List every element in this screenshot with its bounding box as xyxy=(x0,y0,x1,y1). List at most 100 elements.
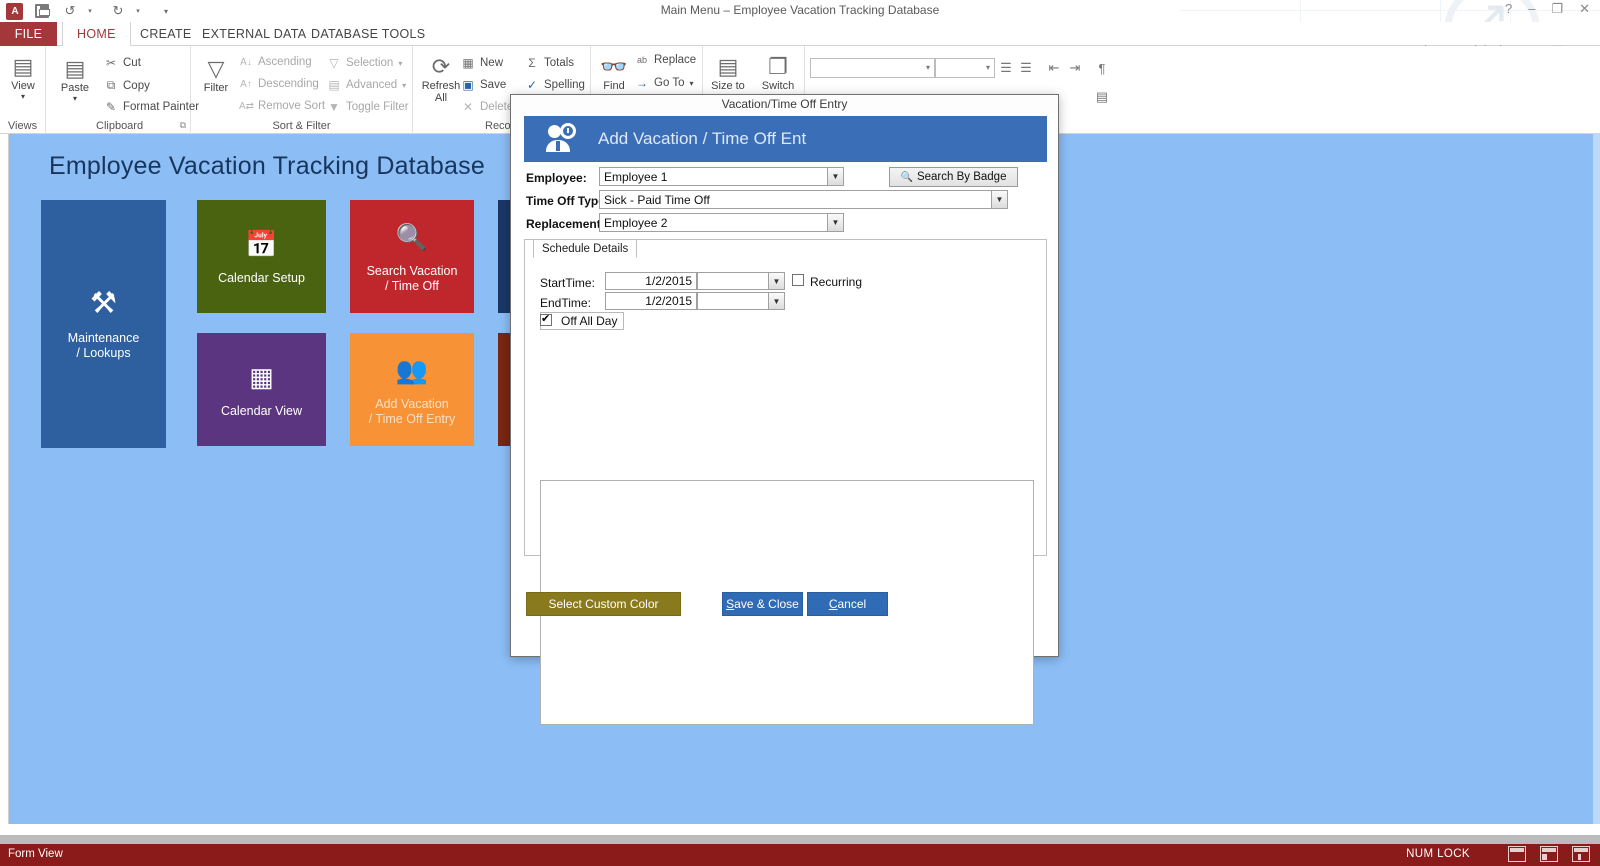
dialog-header-title: Add Vacation / Time Off Ent xyxy=(598,129,807,148)
form-view-icon[interactable] xyxy=(1508,846,1526,862)
ascending-button[interactable]: A↓ Ascending xyxy=(239,56,312,68)
view-dropdown-icon[interactable]: ▾ xyxy=(0,92,46,101)
tile-add-vacation-entry[interactable]: 👥 Add Vacation / Time Off Entry xyxy=(350,333,474,446)
chevron-down-icon[interactable]: ▼ xyxy=(827,168,843,185)
font-size-dropdown-icon[interactable]: ▾ xyxy=(986,63,990,72)
advanced-dropdown-icon[interactable]: ▾ xyxy=(402,81,406,90)
close-icon[interactable]: ✕ xyxy=(1579,1,1590,17)
filter-button[interactable]: ▽ Filter xyxy=(193,56,239,94)
off-all-day-field[interactable]: Off All Day xyxy=(540,312,624,330)
navigation-pane[interactable] xyxy=(0,134,9,824)
cancel-button[interactable]: Cancel xyxy=(807,592,888,616)
layout-view-icon[interactable] xyxy=(1540,846,1558,862)
save-and-close-button[interactable]: Save & Close xyxy=(722,592,803,616)
font-name-value xyxy=(811,63,815,75)
delete-record-label: Delete xyxy=(480,101,514,113)
paste-dropdown-icon[interactable]: ▾ xyxy=(52,94,98,103)
spelling-button[interactable]: ✓ Spelling xyxy=(525,78,585,92)
chevron-down-icon[interactable]: ▼ xyxy=(768,293,784,309)
save-record-button[interactable]: ▣ Save xyxy=(461,78,506,92)
format-painter-label: Format Painter xyxy=(123,101,200,113)
font-name-input[interactable]: ▾ xyxy=(810,58,935,78)
go-to-dropdown-icon[interactable]: ▾ xyxy=(689,79,693,88)
advanced-label: Advanced xyxy=(346,79,398,91)
decrease-indent-icon[interactable]: ⇤ xyxy=(1045,59,1063,77)
rtl-icon[interactable]: ¶ xyxy=(1093,59,1111,77)
chevron-down-icon[interactable]: ▼ xyxy=(991,191,1007,208)
go-to-button[interactable]: → Go To ▾ xyxy=(635,76,694,90)
totals-button[interactable]: Σ Totals xyxy=(525,56,574,70)
tile-search-vacation[interactable]: 🔍 Search Vacation / Time Off xyxy=(350,200,474,313)
search-by-badge-button[interactable]: 🔍 Search By Badge xyxy=(889,167,1018,187)
end-time-combobox[interactable]: ▼ xyxy=(697,292,785,310)
selection-button[interactable]: ▽ Selection ▾ xyxy=(327,56,402,70)
minimize-icon[interactable]: – xyxy=(1528,1,1535,17)
tab-schedule-details[interactable]: Schedule Details xyxy=(533,239,638,258)
tools-icon: ⚒ xyxy=(90,287,117,320)
start-time-combobox[interactable]: ▼ xyxy=(697,272,785,290)
copy-icon: ⧉ xyxy=(106,78,116,92)
increase-indent-icon[interactable]: ⇥ xyxy=(1066,59,1084,77)
recurring-checkbox[interactable] xyxy=(792,274,804,286)
employee-label: Employee: xyxy=(526,171,587,185)
toggle-filter-button[interactable]: ▼ Toggle Filter xyxy=(327,100,409,114)
replacement-id-combobox[interactable]: Employee 2 ▼ xyxy=(599,213,844,232)
tile-calendar-setup[interactable]: 📅 Calendar Setup xyxy=(197,200,326,313)
find-button[interactable]: 👓 Find xyxy=(591,54,637,92)
window-controls-top[interactable]: ? – ❐ ✕ xyxy=(1505,1,1590,17)
chevron-down-icon[interactable]: ▼ xyxy=(768,273,784,289)
group-label-views: Views xyxy=(7,120,38,132)
selection-dropdown-icon[interactable]: ▾ xyxy=(398,59,402,68)
design-view-icon[interactable] xyxy=(1572,846,1590,862)
clipboard-dialog-launcher-icon[interactable]: ⧉ xyxy=(180,120,186,131)
font-size-input[interactable]: ▾ xyxy=(935,58,995,78)
horizontal-scrollbar[interactable] xyxy=(0,835,1600,844)
ribbon-tab-strip[interactable]: FILE HOME CREATE EXTERNAL DATA DATABASE … xyxy=(0,22,1600,59)
align-icon[interactable]: ▤ xyxy=(1093,88,1111,106)
new-record-icon: ▦ xyxy=(462,56,474,70)
switch-windows-button[interactable]: ❐ Switch xyxy=(753,54,803,92)
view-button[interactable]: ▤ View ▾ xyxy=(0,54,46,101)
copy-button[interactable]: ⧉ Copy xyxy=(104,78,150,93)
go-to-icon: → xyxy=(636,76,648,90)
descending-button[interactable]: A↑ Descending xyxy=(239,78,319,90)
tab-file[interactable]: FILE xyxy=(0,22,57,46)
time-off-type-combobox[interactable]: Sick - Paid Time Off ▼ xyxy=(599,190,1008,209)
advanced-button[interactable]: ▤ Advanced ▾ xyxy=(327,78,406,92)
font-name-dropdown-icon[interactable]: ▾ xyxy=(926,63,930,72)
tab-database-tools[interactable]: DATABASE TOOLS xyxy=(297,22,439,46)
format-painter-button[interactable]: ✎ Format Painter xyxy=(104,100,199,114)
start-time-date-input[interactable]: 1/2/2015 xyxy=(605,272,697,290)
chevron-down-icon[interactable]: ▼ xyxy=(827,214,843,231)
new-record-button[interactable]: ▦ New xyxy=(461,56,503,70)
delete-record-button[interactable]: ✕ Delete xyxy=(461,100,513,114)
paste-button[interactable]: ▤ Paste ▾ xyxy=(52,56,98,103)
group-label-clipboard: Clipboard xyxy=(96,120,144,132)
replace-button[interactable]: ab Replace xyxy=(635,54,696,66)
employee-combobox[interactable]: Employee 1 ▼ xyxy=(599,167,844,186)
remove-sort-button[interactable]: A⇄ Remove Sort xyxy=(239,100,325,112)
start-time-date-value: 1/2/2015 xyxy=(645,274,692,288)
size-to-button[interactable]: ▤ Size to xyxy=(703,54,753,92)
remove-sort-icon: A⇄ xyxy=(239,100,255,112)
restore-icon[interactable]: ❐ xyxy=(1551,1,1563,17)
tab-home[interactable]: HOME xyxy=(62,22,131,47)
tile-maintenance-lookups[interactable]: ⚒ Maintenance / Lookups xyxy=(41,200,166,448)
tile-calendar-view[interactable]: ▦ Calendar View xyxy=(197,333,326,446)
cut-button[interactable]: ✂ Cut xyxy=(104,56,141,70)
person-clock-icon: 👥 xyxy=(395,354,429,385)
size-to-label: Size to xyxy=(711,80,745,92)
tile-label: Calendar Setup xyxy=(218,271,305,285)
paste-label: Paste xyxy=(60,82,90,94)
off-all-day-label: Off All Day xyxy=(561,314,618,328)
descending-label: Descending xyxy=(258,78,319,90)
bullet-list-icon[interactable]: ☰ xyxy=(997,59,1015,77)
help-icon[interactable]: ? xyxy=(1505,1,1512,17)
toggle-filter-icon: ▼ xyxy=(328,100,340,114)
end-time-date-input[interactable]: 1/2/2015 xyxy=(605,292,697,310)
view-switch-buttons[interactable] xyxy=(1508,846,1590,862)
select-custom-color-button[interactable]: Select Custom Color xyxy=(526,592,681,616)
number-list-icon[interactable]: ☰ xyxy=(1017,59,1035,77)
vertical-scrollbar[interactable] xyxy=(1593,134,1600,824)
off-all-day-checkbox[interactable] xyxy=(540,312,552,326)
